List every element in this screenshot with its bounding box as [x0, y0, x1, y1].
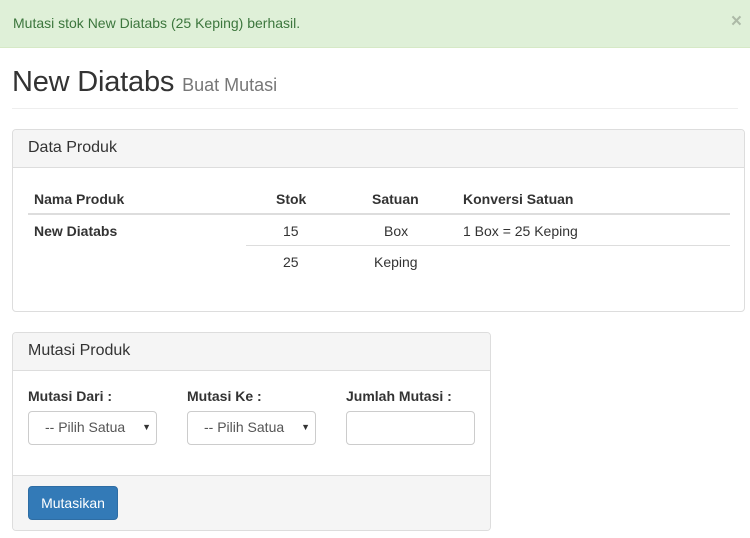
chevron-down-icon: ▼	[301, 422, 310, 432]
panel-footer: Mutasikan	[13, 475, 490, 530]
select-value: -- Pilih Satua	[45, 419, 126, 435]
jumlah-mutasi-label: Jumlah Mutasi :	[346, 388, 452, 404]
panel-heading: Data Produk	[13, 130, 744, 168]
mutation-panel: Mutasi Produk Mutasi Dari : -- Pilih Sat…	[12, 332, 491, 531]
konversi-cell: 1 Box = 25 Keping	[463, 223, 578, 239]
mutasi-dari-select[interactable]: -- Pilih Satua ▼	[28, 411, 157, 445]
mutasi-ke-label: Mutasi Ke :	[187, 388, 262, 404]
mutasi-dari-label: Mutasi Dari :	[28, 388, 113, 404]
page-header: New Diatabs Buat Mutasi	[12, 66, 738, 109]
row-divider	[246, 245, 730, 246]
stok-cell: 15	[283, 223, 299, 239]
column-header-stok: Stok	[276, 191, 307, 207]
page-subtitle: Buat Mutasi	[182, 75, 278, 95]
mutasikan-button[interactable]: Mutasikan	[28, 486, 118, 520]
close-icon[interactable]: ×	[731, 12, 742, 31]
table-header-divider	[28, 213, 730, 215]
column-header-satuan: Satuan	[372, 191, 419, 207]
satuan-cell: Keping	[374, 254, 418, 270]
product-name-cell: New Diatabs	[34, 223, 118, 239]
alert-message: Mutasi stok New Diatabs (25 Keping) berh…	[13, 15, 301, 31]
satuan-cell: Box	[384, 223, 409, 239]
mutasi-ke-select[interactable]: -- Pilih Satua ▼	[187, 411, 316, 445]
column-header-nama-produk: Nama Produk	[34, 191, 125, 207]
product-data-panel: Data Produk Nama Produk Stok Satuan Konv…	[12, 129, 745, 312]
column-header-konversi: Konversi Satuan	[463, 191, 574, 207]
chevron-down-icon: ▼	[142, 422, 151, 432]
select-value: -- Pilih Satua	[204, 419, 285, 435]
page-title: New Diatabs	[12, 66, 175, 98]
success-alert: Mutasi stok New Diatabs (25 Keping) berh…	[0, 0, 750, 48]
jumlah-mutasi-input[interactable]	[346, 411, 475, 445]
stok-cell: 25	[283, 254, 299, 270]
panel-heading: Mutasi Produk	[13, 333, 490, 371]
